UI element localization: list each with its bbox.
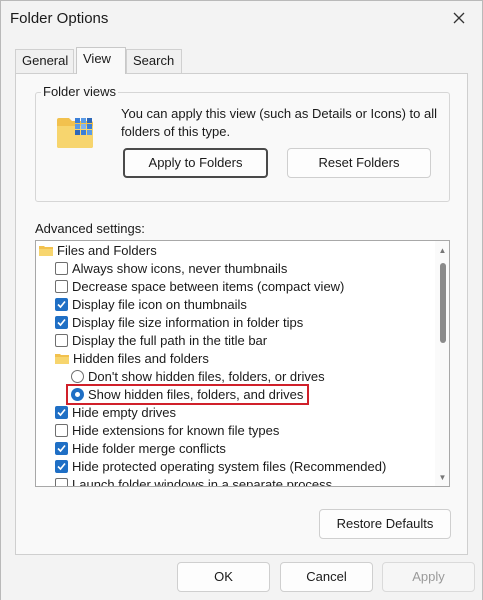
option-label: Hide protected operating system files (R… (72, 458, 387, 474)
advanced-settings-tree[interactable]: Files and Folders Always show icons, nev… (35, 240, 450, 487)
option-label: Hide extensions for known file types (72, 422, 280, 438)
option-hide-extensions[interactable]: Hide extensions for known file types (55, 421, 279, 439)
option-label: Decrease space between items (compact vi… (72, 278, 345, 294)
checkbox[interactable] (55, 423, 68, 437)
close-button[interactable] (448, 7, 470, 29)
option-hide-merge-conflicts[interactable]: Hide folder merge conflicts (55, 439, 226, 457)
option-label: Launch folder windows in a separate proc… (72, 476, 333, 487)
close-icon (453, 12, 465, 24)
highlight-box (66, 384, 309, 405)
option-always-show-icons[interactable]: Always show icons, never thumbnails (55, 259, 287, 277)
advanced-settings-label: Advanced settings: (35, 221, 145, 236)
checkbox[interactable] (55, 333, 68, 347)
scroll-thumb[interactable] (440, 263, 446, 343)
tab-search[interactable]: Search (126, 49, 182, 73)
folder-icon (55, 353, 69, 364)
ok-button[interactable]: OK (177, 562, 270, 592)
tree-folder-hidden-files: Hidden files and folders (55, 349, 209, 367)
reset-folders-button[interactable]: Reset Folders (287, 148, 431, 178)
checkmark-icon (57, 318, 66, 326)
option-label: Display file icon on thumbnails (72, 296, 247, 312)
option-label: Display the full path in the title bar (72, 332, 268, 348)
title-bar: Folder Options (1, 1, 482, 37)
folder-views-heading: Folder views (41, 84, 118, 99)
checkbox-checked[interactable] (55, 297, 68, 311)
option-label: Display file size information in folder … (72, 314, 304, 330)
checkbox-checked[interactable] (55, 459, 68, 473)
scroll-up-icon[interactable]: ▲ (438, 246, 447, 255)
option-dont-show-hidden[interactable]: Don't show hidden files, folders, or dri… (71, 367, 325, 385)
checkbox-checked[interactable] (55, 315, 68, 329)
option-hide-protected-files[interactable]: Hide protected operating system files (R… (55, 457, 386, 475)
option-label: Always show icons, never thumbnails (72, 260, 288, 276)
folder-view-icon (57, 118, 93, 148)
checkmark-icon (57, 462, 66, 470)
checkmark-icon (57, 408, 66, 416)
apply-button[interactable]: Apply (382, 562, 475, 592)
option-display-file-icon[interactable]: Display file icon on thumbnails (55, 295, 247, 313)
checkbox-checked[interactable] (55, 441, 68, 455)
option-decrease-space[interactable]: Decrease space between items (compact vi… (55, 277, 344, 295)
option-display-file-size[interactable]: Display file size information in folder … (55, 313, 303, 331)
option-hide-empty-drives[interactable]: Hide empty drives (55, 403, 176, 421)
option-display-full-path[interactable]: Display the full path in the title bar (55, 331, 267, 349)
option-launch-separate-process[interactable]: Launch folder windows in a separate proc… (55, 475, 333, 487)
checkbox[interactable] (55, 261, 68, 275)
tree-folder-files-and-folders: Files and Folders (39, 241, 157, 259)
radio-button[interactable] (71, 369, 84, 383)
apply-to-folders-button[interactable]: Apply to Folders (123, 148, 268, 178)
checkbox[interactable] (55, 477, 68, 486)
tree-folder-label: Hidden files and folders (73, 350, 209, 366)
tree-folder-label: Files and Folders (57, 242, 157, 258)
folder-views-group: Folder views You can apply this view (su… (35, 84, 450, 202)
folder-views-description: You can apply this view (such as Details… (121, 106, 438, 139)
restore-defaults-button[interactable]: Restore Defaults (319, 509, 451, 539)
tab-view[interactable]: View (76, 47, 126, 74)
checkmark-icon (57, 444, 66, 452)
folder-icon (39, 245, 53, 256)
option-label: Hide folder merge conflicts (72, 440, 226, 456)
tree-scrollbar[interactable]: ▲ ▼ (435, 241, 449, 486)
cancel-button[interactable]: Cancel (280, 562, 373, 592)
checkbox[interactable] (55, 279, 68, 293)
window-title: Folder Options (10, 10, 109, 27)
scroll-down-icon[interactable]: ▼ (438, 473, 447, 482)
option-label: Don't show hidden files, folders, or dri… (88, 368, 325, 384)
tab-general[interactable]: General (15, 49, 74, 73)
checkmark-icon (57, 300, 66, 308)
option-label: Hide empty drives (72, 404, 177, 420)
folder-options-dialog: Folder Options General View Search Folde… (0, 0, 483, 600)
view-tab-panel: Folder views You can apply this view (su… (15, 73, 468, 555)
dialog-footer: OK Cancel Apply (1, 555, 482, 600)
checkbox-checked[interactable] (55, 405, 68, 419)
